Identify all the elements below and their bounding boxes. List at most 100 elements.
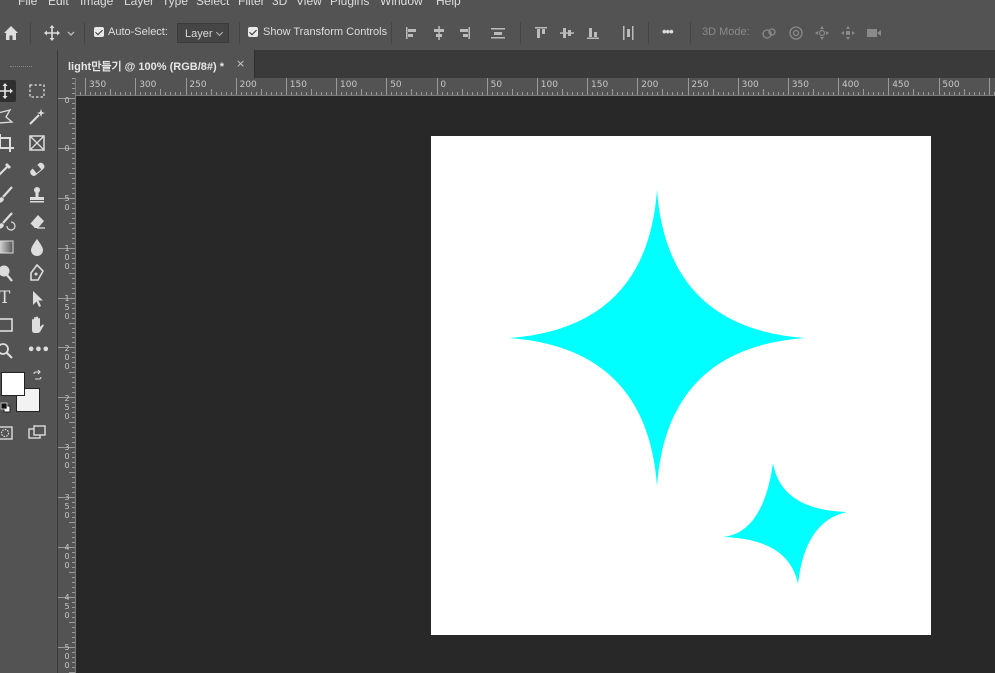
- ruler-tick: [472, 92, 473, 95]
- menu-view[interactable]: View: [296, 0, 322, 8]
- ruler-tick: [160, 89, 161, 95]
- ruler-tick: [391, 92, 392, 95]
- distribute-vertical-icon[interactable]: [490, 25, 506, 41]
- menu-filter[interactable]: Filter: [238, 0, 265, 8]
- eraser-tool-button[interactable]: [26, 210, 48, 232]
- document-canvas[interactable]: [431, 136, 931, 635]
- marquee-tool-button[interactable]: [26, 80, 48, 102]
- auto-select-checkbox[interactable]: [94, 27, 104, 37]
- dodge-tool-button[interactable]: [0, 262, 16, 284]
- ruler-tick: [642, 92, 643, 95]
- more-options-button[interactable]: •••: [662, 24, 674, 39]
- roll-3d-icon[interactable]: [788, 25, 804, 41]
- eyedropper-tool-button[interactable]: [0, 158, 16, 180]
- ruler-tick: [72, 377, 75, 378]
- ruler-label: 4 0 0: [64, 543, 70, 571]
- move-tool-icon[interactable]: [44, 25, 60, 41]
- ruler-tick: [72, 228, 75, 229]
- gradient-icon: [0, 240, 14, 254]
- ruler-tick: [69, 372, 75, 373]
- home-icon[interactable]: [3, 25, 19, 41]
- swap-colors-icon[interactable]: [32, 370, 43, 381]
- rectangle-shape-icon: [0, 318, 13, 332]
- ruler-tick: [236, 78, 237, 95]
- menu-select[interactable]: Select: [196, 0, 229, 8]
- ruler-tick: [180, 92, 181, 95]
- menu-3d[interactable]: 3D: [272, 0, 287, 8]
- ruler-tick: [72, 367, 75, 368]
- foreground-color-swatch[interactable]: [1, 372, 25, 396]
- move-tool-button[interactable]: [0, 80, 16, 102]
- default-colors-icon[interactable]: [0, 402, 11, 413]
- align-bottom-icon[interactable]: [585, 25, 601, 41]
- chevron-down-icon[interactable]: [66, 25, 76, 41]
- menu-plugins[interactable]: Plugins: [330, 0, 369, 8]
- ruler-label: 0: [64, 144, 70, 153]
- ruler-tick: [206, 92, 207, 95]
- ruler-tick: [607, 92, 608, 95]
- orbit-3d-icon[interactable]: [761, 25, 777, 41]
- menu-file[interactable]: File: [18, 0, 37, 8]
- magic-wand-tool-button[interactable]: [26, 106, 48, 128]
- ruler-tick: [72, 392, 75, 393]
- ruler-tick: [758, 92, 759, 95]
- auto-select-dropdown[interactable]: Layer: [177, 23, 229, 43]
- blur-tool-button[interactable]: [26, 236, 48, 258]
- align-right-icon[interactable]: [456, 25, 472, 41]
- ruler-tick: [72, 412, 75, 413]
- frame-tool-button[interactable]: [26, 132, 48, 154]
- slide-3d-icon[interactable]: [840, 25, 856, 41]
- history-brush-tool-button[interactable]: [0, 210, 16, 232]
- menu-help[interactable]: Help: [436, 0, 461, 8]
- edit-toolbar-button[interactable]: •••: [26, 340, 50, 362]
- ruler-tick: [72, 442, 75, 443]
- ruler-tick: [667, 92, 668, 95]
- ruler-tick: [627, 92, 628, 95]
- screen-mode-button[interactable]: [26, 422, 48, 444]
- quick-mask-button[interactable]: [0, 422, 16, 444]
- menu-layer[interactable]: Layer: [124, 0, 154, 8]
- close-icon[interactable]: ×: [236, 57, 245, 70]
- align-left-icon[interactable]: [404, 25, 420, 41]
- polygonal-lasso-icon: [0, 108, 14, 124]
- sparkle-large-shape[interactable]: [509, 190, 805, 486]
- type-tool-button[interactable]: T: [0, 288, 16, 310]
- shape-tool-button[interactable]: [0, 314, 16, 336]
- hand-tool-button[interactable]: [26, 314, 48, 336]
- zoom-tool-button[interactable]: [0, 340, 16, 362]
- horizontal-ruler[interactable]: 350 300 250 200 150 100 50 0 50 100 150 200 250 300 35…: [75, 78, 995, 96]
- stamp-tool-button[interactable]: [26, 184, 48, 206]
- ruler-tick: [442, 92, 443, 95]
- document-tab[interactable]: light만들기 @ 100% (RGB/8#) * ×: [58, 50, 255, 78]
- lasso-tool-button[interactable]: [0, 106, 16, 128]
- pen-tool-button[interactable]: [26, 262, 48, 284]
- align-horizontal-center-icon[interactable]: [431, 25, 447, 41]
- align-top-icon[interactable]: [533, 25, 549, 41]
- menu-window[interactable]: Window: [380, 0, 423, 8]
- ruler-tick: [72, 258, 75, 259]
- brush-tool-button[interactable]: [0, 184, 16, 206]
- path-selection-tool-button[interactable]: [26, 288, 48, 310]
- menu-edit[interactable]: Edit: [48, 0, 69, 8]
- ruler-tick: [286, 78, 287, 95]
- healing-brush-tool-button[interactable]: [26, 158, 48, 180]
- ruler-tick: [120, 92, 121, 95]
- crop-tool-button[interactable]: [0, 132, 16, 154]
- ruler-tick: [72, 567, 75, 568]
- vertical-ruler[interactable]: 0 0 5 0 1 0 0 1 5 0 2 0 0 2 5 0 3 0 0 3 5 0 4 0 0…: [58, 78, 76, 673]
- camera-3d-icon[interactable]: [866, 25, 882, 41]
- align-vertical-center-icon[interactable]: [559, 25, 575, 41]
- menu-image[interactable]: Image: [80, 0, 113, 8]
- tools-panel-grip[interactable]: [10, 66, 32, 69]
- ruler-tick: [949, 92, 950, 95]
- ruler-tick: [793, 92, 794, 95]
- sparkle-small-shape[interactable]: [723, 463, 847, 587]
- show-transform-checkbox[interactable]: [248, 27, 258, 37]
- pan-3d-icon[interactable]: [814, 25, 830, 41]
- menu-type[interactable]: Type: [162, 0, 188, 8]
- gradient-tool-button[interactable]: [0, 236, 16, 258]
- distribute-horizontal-icon[interactable]: [620, 25, 636, 41]
- ruler-tick: [381, 92, 382, 95]
- show-transform-label: Show Transform Controls: [263, 26, 388, 38]
- ruler-tick: [72, 527, 75, 528]
